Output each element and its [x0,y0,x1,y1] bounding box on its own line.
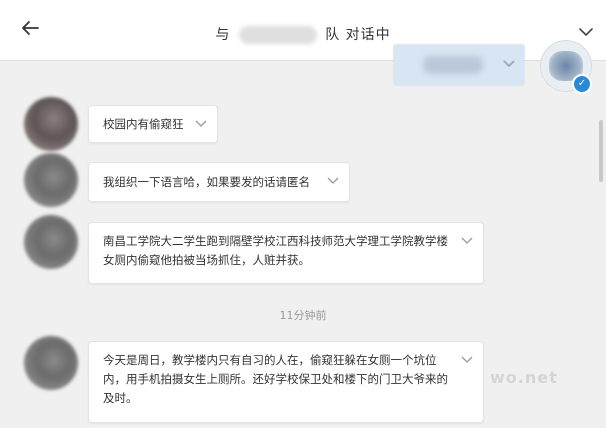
title-suffix: 对话中 [345,27,391,43]
message-bubble[interactable]: 今天是周日，教学楼内只有自习的人在，偷窥狂躲在女厕一个坑位内，用手机拍摄女生上厕… [88,341,484,423]
message-bubble[interactable]: 我组织一下语言哈，如果要发的话请匿名 [88,162,350,202]
conversation-title: 与 队 对话中 [0,24,606,44]
chevron-down-icon[interactable] [503,60,515,68]
scrollbar[interactable] [599,120,603,182]
timestamp: 11分钟前 [279,309,327,322]
sender-avatar[interactable] [24,215,78,269]
chevron-down-icon[interactable] [195,120,207,128]
sender-avatar[interactable] [24,97,78,151]
outgoing-message-bubble[interactable] [393,44,525,86]
chevron-down-icon[interactable] [461,237,473,245]
title-prefix: 与 [215,27,231,43]
title-partial: 队 [325,27,341,43]
chevron-down-icon[interactable] [327,177,339,185]
watermark: wo.net [490,368,558,387]
message-bubble[interactable]: 校园内有偷窥狂 [88,105,218,143]
sender-avatar[interactable] [24,336,78,390]
message-bubble[interactable]: 南昌工学院大二学生跑到隔壁学校江西科技师范大学理工学院教学楼女厕内偷窥他拍被当场… [88,222,484,284]
redacted-text [423,56,483,74]
chevron-down-icon[interactable] [578,26,594,38]
message-text: 我组织一下语言哈，如果要发的话请匿名 [103,175,310,189]
verified-check-icon: ✓ [572,74,592,94]
message-text: 今天是周日，教学楼内只有自习的人在，偷窥狂躲在女厕一个坑位内，用手机拍摄女生上厕… [103,353,448,405]
redacted-name [238,26,317,44]
message-text: 南昌工学院大二学生跑到隔壁学校江西科技师范大学理工学院教学楼女厕内偷窥他拍被当场… [103,234,448,267]
message-text: 校园内有偷窥狂 [103,117,184,131]
chevron-down-icon[interactable] [461,356,473,364]
sender-avatar[interactable] [24,153,78,207]
